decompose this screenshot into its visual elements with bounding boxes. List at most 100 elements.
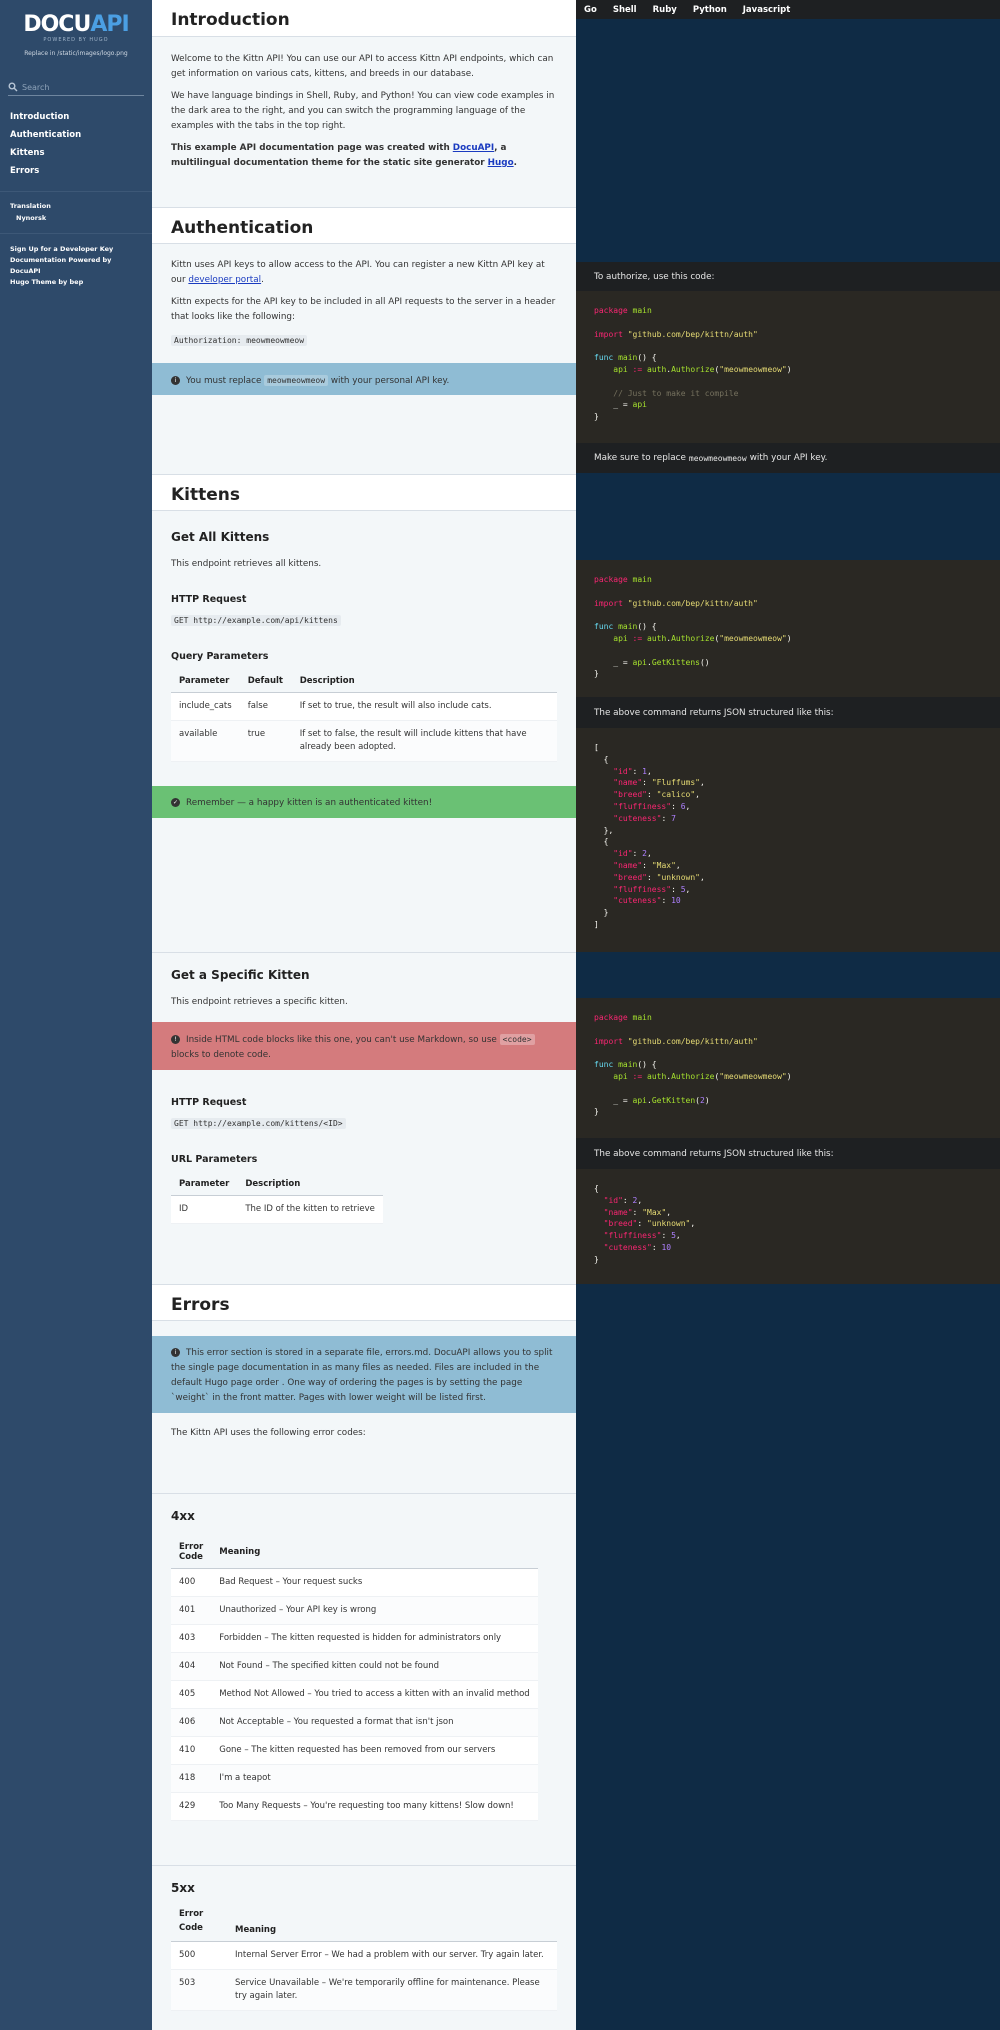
tab-shell[interactable]: Shell	[611, 2, 639, 18]
table-header-row: Error Code Meaning	[171, 1901, 557, 1942]
heading-http-request-one: HTTP Request	[171, 1097, 247, 1108]
table-cell: ID	[171, 1195, 238, 1224]
table-cell: If set to false, the result will include…	[291, 720, 557, 762]
error-code-cell: 500	[171, 1941, 227, 1970]
error-meaning-cell: Bad Request – Your request sucks	[211, 1568, 538, 1597]
table-row: 429 Too Many Requests – You're requesting…	[171, 1792, 538, 1821]
toc-item-kittens[interactable]: Kittens	[0, 144, 152, 162]
tab-go[interactable]: Go	[582, 2, 599, 18]
error-meaning-cell: Unauthorized – Your API key is wrong	[211, 1596, 538, 1625]
docuapi-link[interactable]: DocuAPI	[453, 143, 494, 153]
section-5xx: 5xx Error Code Meaning 500 Internal Serve…	[152, 1865, 576, 2011]
url-parameters-table: Parameter Description ID The ID of the k…	[171, 1173, 383, 1224]
errors-intro: The Kittn API uses the following error c…	[171, 1428, 366, 1438]
error-code-cell: 418	[171, 1764, 212, 1793]
section-introduction: Introduction Welcome to the Kittn API! Y…	[152, 0, 576, 171]
heading-4xx: 4xx	[171, 1509, 195, 1523]
error-code-cell: 503	[171, 1969, 227, 2011]
column-header: Error Code	[171, 1901, 227, 1942]
error-code-cell: 403	[171, 1624, 212, 1653]
auth-info-notice: i You must replace meowmeowmeow with your…	[152, 363, 576, 395]
translation-label: Translation	[10, 202, 51, 210]
language-tabs: Go Shell Ruby Python Javascript	[576, 0, 1000, 19]
heading-errors: Errors	[152, 1284, 576, 1321]
section-4xx: 4xx Error Code Meaning 400 Bad Request – …	[152, 1493, 576, 1821]
success-notice: ✓ Remember — a happy kitten is an authent…	[152, 786, 576, 818]
toc-item-errors[interactable]: Errors	[0, 162, 152, 180]
toc-item-authentication[interactable]: Authentication	[0, 126, 152, 144]
errors-5xx-table: Error Code Meaning 500 Internal Server Er…	[171, 1901, 557, 2011]
table-row: 403 Forbidden – The kitten requested is h…	[171, 1624, 538, 1653]
errors-4xx-table: Error Code Meaning 400 Bad Request – Your…	[171, 1536, 538, 1821]
auth-paragraph-1: Kittn uses API keys to allow access to t…	[171, 260, 545, 285]
heading-kittens: Kittens	[152, 474, 576, 511]
code-block-get-kittens: package main import "github.com/bep/kitt…	[576, 560, 1000, 697]
heading-get-all-kittens: Get All Kittens	[171, 530, 270, 544]
error-meaning-cell: Not Acceptable – You requested a format …	[211, 1708, 538, 1737]
table-row: 405 Method Not Allowed – You tried to acc…	[171, 1680, 538, 1709]
table-row: 400 Bad Request – Your request sucks	[171, 1568, 538, 1597]
table-header-row: Error Code Meaning	[171, 1536, 538, 1569]
translation-link-nynorsk[interactable]: Nynorsk	[10, 214, 142, 222]
column-header: Description	[237, 1173, 383, 1196]
auth-header-example: Authorization: meowmeowmeow	[152, 333, 576, 349]
tab-ruby[interactable]: Ruby	[651, 2, 679, 18]
code-block-json-one: { "id": 2, "name": "Max", "breed": "unkn…	[576, 1169, 1000, 1284]
error-code-cell: 405	[171, 1680, 212, 1709]
table-header-row: Parameter Description	[171, 1173, 383, 1196]
info-icon: i	[171, 376, 180, 385]
error-meaning-cell: Method Not Allowed – You tried to access…	[211, 1680, 538, 1709]
table-row: 406 Not Acceptable – You requested a form…	[171, 1708, 538, 1737]
get-one-desc: This endpoint retrieves a specific kitte…	[171, 997, 348, 1007]
intro-paragraph-3: This example API documentation page was …	[171, 143, 517, 168]
logo[interactable]: DOCUAPI POWERED BY HUGO Replace in /stat…	[0, 14, 152, 58]
table-header-row: Parameter Default Description	[171, 670, 557, 693]
error-code-cell: 400	[171, 1568, 212, 1597]
table-row: ID The ID of the kitten to retrieve	[171, 1195, 383, 1224]
get-all-desc: This endpoint retrieves all kittens.	[171, 559, 322, 569]
table-cell: true	[239, 720, 292, 762]
warning-icon: !	[171, 1035, 180, 1044]
error-meaning-cell: Too Many Requests – You're requesting to…	[211, 1792, 538, 1821]
json-intro-all: The above command returns JSON structure…	[576, 697, 1000, 728]
translations: Translation Nynorsk	[0, 192, 152, 222]
auth-code-intro: To authorize, use this code:	[576, 262, 1000, 291]
column-header: Parameter	[171, 670, 240, 693]
auth-code-after: Make sure to replace meowmeowmeow with y…	[576, 443, 1000, 473]
check-icon: ✓	[171, 798, 180, 807]
error-code-cell: 406	[171, 1708, 212, 1737]
table-row: 410 Gone – The kitten requested has been …	[171, 1736, 538, 1765]
info-icon: i	[171, 1348, 180, 1357]
intro-paragraph-1: Welcome to the Kittn API! You can use ou…	[171, 54, 554, 79]
toc-item-introduction[interactable]: Introduction	[0, 108, 152, 126]
table-row: 500 Internal Server Error – We had a prob…	[171, 1941, 557, 1970]
section-errors: Errors i This error section is stored in …	[152, 1284, 576, 1441]
section-kittens: Kittens Get All Kittens This endpoint re…	[152, 474, 576, 818]
error-meaning-cell: Forbidden – The kitten requested is hidd…	[211, 1624, 538, 1653]
table-cell: The ID of the kitten to retrieve	[237, 1195, 383, 1224]
footer-link-theme[interactable]: Hugo Theme by bep	[10, 277, 142, 288]
tab-javascript[interactable]: Javascript	[741, 2, 793, 18]
heading-http-request-all: HTTP Request	[171, 594, 247, 605]
http-request-all: GET http://example.com/api/kittens	[152, 613, 576, 629]
heading-get-specific-kitten: Get a Specific Kitten	[171, 968, 310, 982]
code-block-get-kitten: package main import "github.com/bep/kitt…	[576, 998, 1000, 1138]
logo-hint: Replace in /static/images/logo.png	[24, 50, 128, 57]
search-input[interactable]: Search	[8, 79, 144, 96]
logo-subtitle: POWERED BY HUGO	[43, 37, 109, 43]
heading-introduction: Introduction	[152, 0, 576, 37]
footer-link-docuapi[interactable]: Documentation Powered by DocuAPI	[10, 255, 142, 277]
tab-python[interactable]: Python	[691, 2, 729, 18]
column-header: Error Code	[171, 1536, 212, 1569]
column-header: Description	[291, 670, 557, 693]
column-header: Default	[239, 670, 292, 693]
hugo-link[interactable]: Hugo	[488, 158, 514, 168]
error-meaning-cell: Not Found – The specified kitten could n…	[211, 1652, 538, 1681]
developer-portal-link[interactable]: developer portal	[188, 275, 261, 285]
table-cell: If set to true, the result will also inc…	[291, 692, 557, 721]
footer-link-signup[interactable]: Sign Up for a Developer Key	[10, 244, 142, 255]
error-notice: ! Inside HTML code blocks like this one, …	[152, 1022, 576, 1070]
json-intro-one: The above command returns JSON structure…	[576, 1138, 1000, 1169]
code-block-auth: package main import "github.com/bep/kitt…	[576, 291, 1000, 443]
table-row: 418 I'm a teapot	[171, 1764, 538, 1793]
